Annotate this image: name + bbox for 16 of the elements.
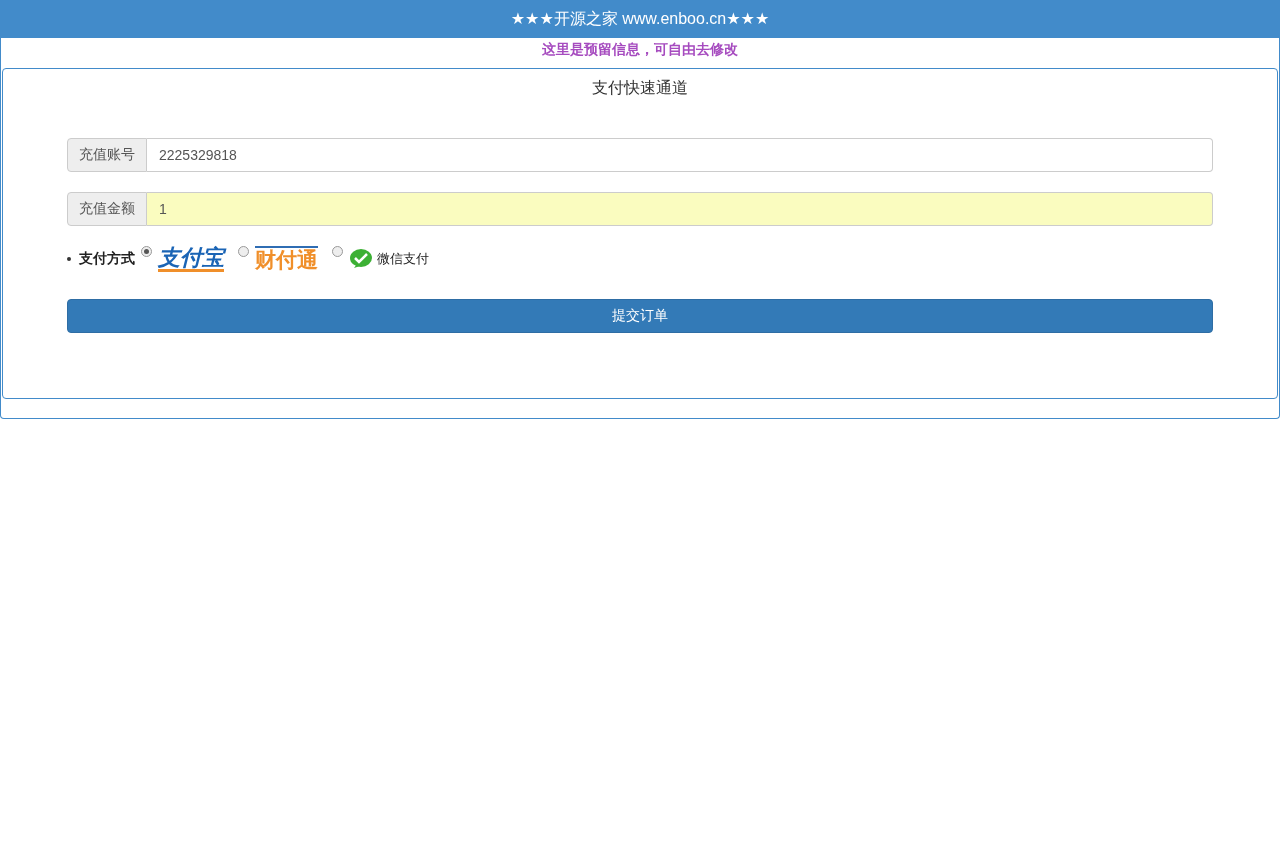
panel-title: 支付快速通道 — [591, 78, 689, 98]
field-label: 充值金额 — [67, 192, 147, 226]
radio-button[interactable] — [332, 246, 343, 257]
notice-text: 这里是预留信息，可自由去修改 — [541, 40, 739, 59]
radio-button[interactable] — [141, 246, 152, 257]
submit-button[interactable]: 提交订单 — [67, 299, 1213, 333]
bullet-icon — [67, 257, 71, 261]
chat-check-icon — [349, 248, 373, 270]
radio-button[interactable] — [238, 246, 249, 257]
page-header: ★★★开源之家 www.enboo.cn★★★ — [0, 0, 1280, 38]
field-label: 充值账号 — [67, 138, 147, 172]
payment-method-label: 支付方式 — [79, 250, 135, 268]
input-field[interactable]: 1 — [147, 192, 1213, 226]
payment-option-label: 微信支付 — [377, 250, 429, 268]
input-field[interactable]: 2225329818 — [147, 138, 1213, 172]
payment-logo: 财付通 — [255, 246, 318, 272]
